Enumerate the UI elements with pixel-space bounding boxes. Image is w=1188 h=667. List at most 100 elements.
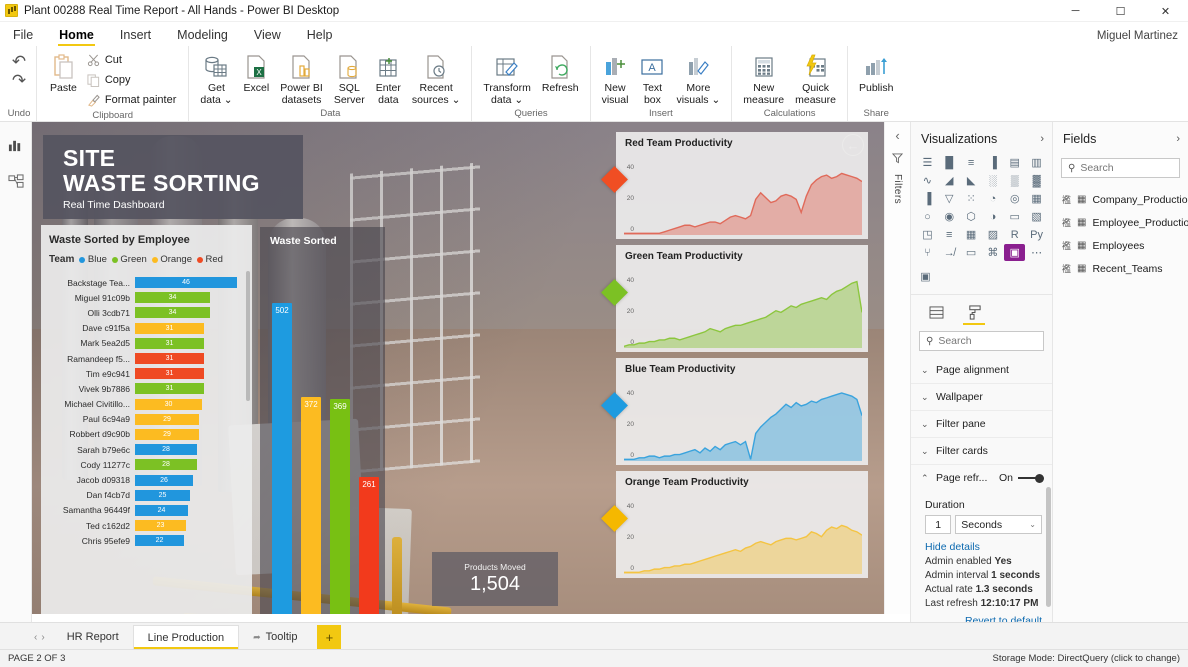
employee-bar[interactable]: 29 — [135, 413, 199, 425]
maximize-button[interactable]: ☐ — [1098, 0, 1143, 22]
copy-button[interactable]: Copy — [83, 70, 181, 90]
duration-value-input[interactable]: 1 — [925, 515, 952, 534]
filters-pane-collapsed[interactable]: ‹ Filters — [884, 122, 910, 614]
employee-bar-row[interactable]: Mark 5ea2d5 31 — [49, 336, 242, 351]
shape-map-icon[interactable]: ⬡ — [961, 208, 982, 225]
pie-chart-icon[interactable]: ◔ — [983, 190, 1004, 207]
cut-button[interactable]: Cut — [83, 50, 181, 70]
employee-bar-row[interactable]: Samantha 96449f 24 — [49, 503, 242, 518]
python-visual-icon[interactable]: Py — [1026, 226, 1047, 243]
products-moved-card[interactable]: Products Moved 1,504 — [432, 552, 558, 606]
employee-bar[interactable]: 31 — [135, 368, 204, 380]
line-chart-icon[interactable]: ∿ — [917, 172, 938, 189]
model-view-button[interactable] — [4, 170, 28, 192]
employee-bar[interactable]: 24 — [135, 504, 188, 516]
legend-item-green[interactable]: Green — [111, 254, 147, 265]
employee-bar[interactable]: 22 — [135, 535, 184, 547]
orange-team-productivity-visual[interactable]: Orange Team Productivity 40 20 0 — [601, 471, 868, 578]
employee-bar-row[interactable]: Olli 3cdb71 34 — [49, 305, 242, 320]
employee-bar-row[interactable]: Paul 6c94a9 29 — [49, 412, 242, 427]
multi-row-card-icon[interactable]: ▧ — [1026, 208, 1047, 225]
slicer-icon[interactable]: ≡ — [939, 226, 960, 243]
employee-bar-row[interactable]: Dan f4cb7d 25 — [49, 488, 242, 503]
close-button[interactable]: ✕ — [1143, 0, 1188, 22]
employee-bar-row[interactable]: Chris 95efe9 22 — [49, 533, 242, 548]
tab-prev-button[interactable]: ‹ — [34, 632, 37, 643]
section-page-alignment[interactable]: ⌄ Page alignment — [911, 357, 1052, 384]
chevron-right-icon[interactable]: › — [1176, 133, 1180, 145]
gauge-icon[interactable]: ◑ — [983, 208, 1004, 225]
page-refresh-toggle-wrap[interactable]: On — [999, 472, 1044, 484]
format-painter-button[interactable]: Format painter — [83, 90, 181, 110]
chevron-down-icon[interactable]: 襤 — [1062, 193, 1071, 206]
waste-sorted-column[interactable]: 502 — [272, 261, 292, 614]
waste-sorted-column[interactable]: 261 — [359, 261, 379, 614]
map-icon[interactable]: ○ — [917, 208, 938, 225]
waste-sorted-column[interactable]: 372 — [301, 261, 321, 614]
menu-file[interactable]: File — [0, 26, 46, 46]
powerbi-datasets-button[interactable]: Power BI datasets — [275, 50, 328, 108]
employee-bar-row[interactable]: Miguel 91c09b 34 — [49, 290, 242, 305]
report-canvas[interactable]: SITE WASTE SORTING Real Time Dashboard ←… — [32, 122, 884, 614]
waterfall-chart-icon[interactable]: ▐ — [917, 190, 938, 207]
tab-line-production[interactable]: Line Production — [132, 625, 240, 649]
chevron-down-icon[interactable]: 襤 — [1062, 216, 1071, 229]
chevron-right-icon[interactable]: › — [1040, 133, 1044, 145]
fields-table-icon[interactable] — [925, 301, 947, 323]
waste-sorted-visual[interactable]: Waste Sorted 502372369261 BlueOrangeGree… — [260, 227, 385, 614]
more-options-icon[interactable]: ⋯ — [1026, 244, 1047, 261]
menu-modeling[interactable]: Modeling — [164, 26, 241, 46]
employee-bar[interactable]: 28 — [135, 444, 197, 456]
kpi-icon[interactable]: ◳ — [917, 226, 938, 243]
legend-item-blue[interactable]: Blue — [79, 254, 107, 265]
enter-data-button[interactable]: Enter data — [371, 50, 406, 108]
employee-bar-row[interactable]: Michael Civitillo... 30 — [49, 397, 242, 412]
legend-item-red[interactable]: Red — [197, 254, 223, 265]
field-table-row[interactable]: 襤 ▦ Company_Production — [1053, 188, 1188, 211]
treemap-icon[interactable]: ▦ — [1026, 190, 1047, 207]
waste-sorted-by-employee-visual[interactable]: Waste Sorted by Employee Team Blue Green — [41, 225, 252, 614]
employee-bar-row[interactable]: Ramandeep f5... 31 — [49, 351, 242, 366]
get-more-visuals-icon[interactable]: ▣ — [917, 268, 934, 285]
hide-details-link[interactable]: Hide details — [925, 541, 1042, 553]
sql-server-button[interactable]: SQL Server — [329, 50, 370, 108]
tab-hr-report[interactable]: HR Report — [53, 625, 133, 649]
undo-arrow-icon[interactable]: ↶ — [12, 52, 26, 71]
tab-next-button[interactable]: › — [41, 632, 44, 643]
waste-sorted-column[interactable]: 369 — [330, 261, 350, 614]
excel-button[interactable]: X Excel — [239, 50, 275, 97]
decomposition-tree-icon[interactable]: ⑂ — [917, 244, 938, 261]
clustered-bar-chart-icon[interactable]: ≡ — [961, 154, 982, 171]
ribbon-chart-icon[interactable]: ▓ — [1026, 172, 1047, 189]
legend-item-orange[interactable]: Orange — [151, 254, 192, 265]
storage-mode-status[interactable]: Storage Mode: DirectQuery (click to chan… — [993, 653, 1180, 664]
employee-bar[interactable]: 46 — [135, 277, 237, 289]
tab-tooltip[interactable]: ➦ Tooltip — [239, 625, 311, 649]
r-script-visual-icon[interactable]: R — [1004, 226, 1025, 243]
employee-bar[interactable]: 30 — [135, 398, 202, 410]
quick-measure-button[interactable]: Quick measure — [790, 50, 841, 108]
red-team-productivity-visual[interactable]: Red Team Productivity 40 20 0 — [601, 132, 868, 239]
matrix-icon[interactable]: ▨ — [983, 226, 1004, 243]
format-search-input[interactable]: ⚲ Search — [919, 331, 1044, 351]
menu-view[interactable]: View — [241, 26, 294, 46]
more-visuals-button[interactable]: More visuals ⌄ — [671, 50, 725, 108]
employee-bar[interactable]: 34 — [135, 307, 210, 319]
employee-bar-row[interactable]: Ted c162d2 23 — [49, 518, 242, 533]
stacked-column-chart-icon[interactable]: █ — [939, 154, 960, 171]
smart-narrative-icon[interactable]: ▭ — [961, 244, 982, 261]
field-table-row[interactable]: 襤 ▦ Employees — [1053, 234, 1188, 257]
new-visual-button[interactable]: New visual — [597, 50, 634, 108]
chevron-down-icon[interactable]: 襤 — [1062, 262, 1071, 275]
filters-collapse-button[interactable]: ‹ — [895, 128, 899, 143]
refresh-button[interactable]: Refresh — [537, 50, 584, 97]
menu-insert[interactable]: Insert — [107, 26, 164, 46]
employee-bar-row[interactable]: Jacob d09318 26 — [49, 472, 242, 487]
add-page-button[interactable]: + — [317, 625, 342, 649]
employee-bar[interactable]: 28 — [135, 459, 197, 471]
employee-bar[interactable]: 23 — [135, 520, 186, 532]
get-data-button[interactable]: Get data ⌄ — [195, 50, 237, 108]
arcgis-map-icon[interactable]: ⌘ — [983, 244, 1004, 261]
paste-button[interactable]: Paste — [45, 50, 82, 97]
employee-bar[interactable]: 31 — [135, 353, 204, 365]
